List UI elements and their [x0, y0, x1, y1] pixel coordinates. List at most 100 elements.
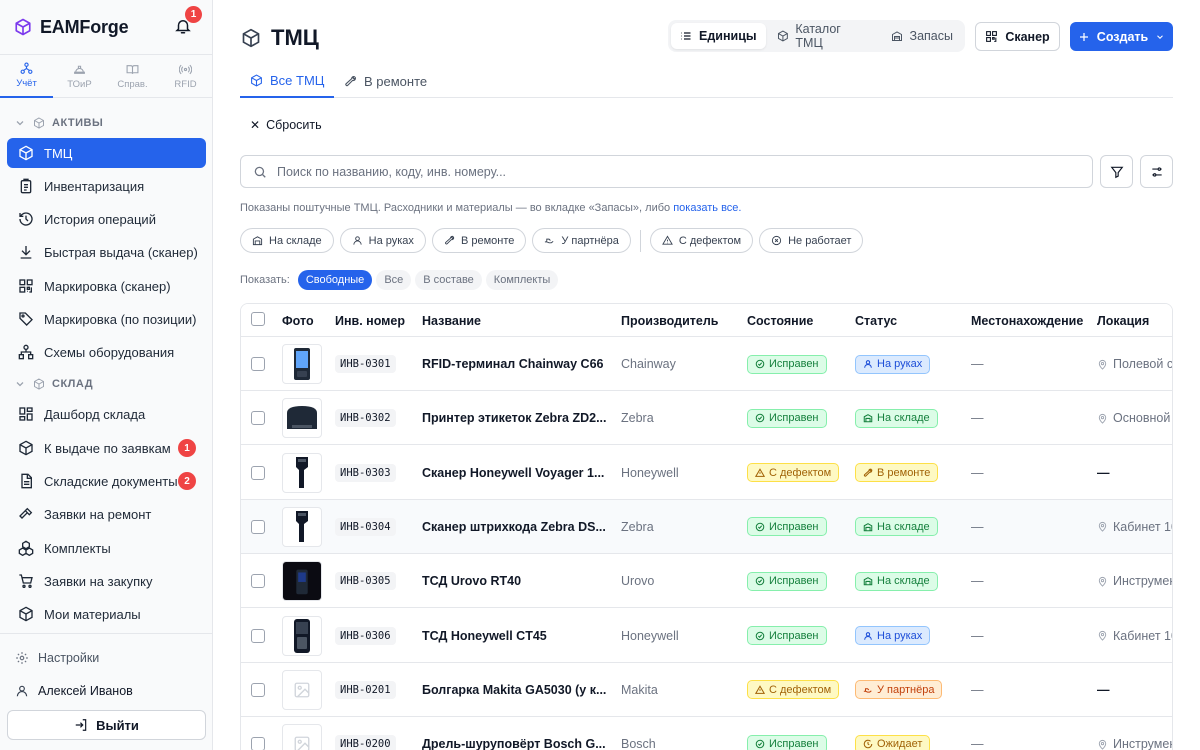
show-in-composition[interactable]: В составе: [415, 270, 482, 290]
chip-on-hands[interactable]: На руках: [339, 228, 426, 253]
location-text: Инструментальная: [1113, 574, 1172, 589]
sidebar-item-inventory[interactable]: Инвентаризация: [7, 171, 206, 201]
sidebar-item-label: Маркировка (по позиции): [44, 311, 197, 327]
row-checkbox[interactable]: [251, 682, 265, 697]
item-name[interactable]: Болгарка Makita GA5030 (у к...: [422, 683, 606, 697]
item-photo[interactable]: [282, 561, 322, 602]
chip-label: На складе: [269, 234, 322, 247]
col-location[interactable]: Локация: [1097, 304, 1149, 337]
chevron-down-icon: [16, 121, 24, 126]
item-photo[interactable]: [282, 669, 322, 710]
chip-in-repair[interactable]: В ремонте: [431, 228, 527, 253]
sidebar-tab-accounting[interactable]: Учёт: [0, 55, 53, 98]
item-photo[interactable]: [282, 506, 322, 547]
sidebar-tab-rfid[interactable]: RFID: [159, 55, 212, 98]
chip-not-working[interactable]: Не работает: [759, 228, 864, 253]
table-row[interactable]: ИНВ-0306 ТСД Honeywell CT45 Honeywell Испра…: [241, 609, 1172, 663]
col-photo[interactable]: Фото: [282, 304, 314, 337]
item-photo[interactable]: [282, 398, 322, 439]
row-checkbox[interactable]: [251, 411, 265, 426]
view-units[interactable]: Единицы: [671, 23, 766, 49]
item-photo[interactable]: [282, 724, 322, 750]
view-stock[interactable]: Запасы: [882, 23, 962, 49]
sidebar-item-kits[interactable]: Комплекты: [7, 533, 206, 563]
create-button[interactable]: Создать: [1070, 22, 1173, 51]
item-name[interactable]: ТСД Urovo RT40: [422, 574, 521, 588]
warning-icon: [661, 235, 673, 245]
sidebar-item-purchase-requests[interactable]: Заявки на закупку: [7, 566, 206, 596]
tab-all-tmc[interactable]: Все ТМЦ: [240, 64, 335, 98]
reset-filters-button[interactable]: ✕ Сбросить: [250, 118, 322, 132]
show-free[interactable]: Свободные: [297, 270, 373, 290]
clock-icon: [863, 739, 873, 749]
row-checkbox[interactable]: [251, 574, 265, 589]
condition-badge: Исправен: [747, 408, 827, 428]
search-input[interactable]: [277, 164, 1057, 179]
table-row[interactable]: ИНВ-0303 Сканер Honeywell Voyager 1... Hon…: [241, 446, 1172, 500]
scanner-button[interactable]: Сканер: [975, 22, 1060, 51]
settings-link[interactable]: Настройки: [15, 648, 99, 668]
sidebar-tab-reference[interactable]: Справ.: [106, 55, 159, 98]
item-name[interactable]: Принтер этикеток Zebra ZD2...: [422, 411, 607, 425]
item-name[interactable]: Дрель-шуруповёрт Bosch G...: [422, 737, 606, 750]
manufacturer: Makita: [621, 682, 658, 697]
main-content: ТМЦ Единицы Каталог ТМЦ Запасы Сканер Со…: [213, 0, 1200, 750]
section-assets[interactable]: АКТИВЫ: [14, 113, 204, 133]
chip-at-partner[interactable]: У партнёра: [532, 228, 631, 253]
logout-button[interactable]: Выйти: [7, 710, 206, 740]
col-condition[interactable]: Состояние: [747, 304, 813, 337]
item-name[interactable]: Сканер штрихкода Zebra DS...: [422, 520, 606, 534]
col-name[interactable]: Название: [422, 304, 481, 337]
row-checkbox[interactable]: [251, 465, 265, 480]
sidebar-item-warehouse-dashboard[interactable]: Дашборд склада: [7, 399, 206, 429]
sidebar-item-marking-position[interactable]: Маркировка (по позиции): [7, 304, 206, 334]
sidebar-item-tmc[interactable]: ТМЦ: [7, 138, 206, 168]
section-warehouse[interactable]: СКЛАД: [14, 374, 204, 394]
sidebar-item-quick-issue[interactable]: Быстрая выдача (сканер): [7, 237, 206, 267]
map-pin-icon: [1098, 359, 1107, 370]
sidebar-item-marking-scanner[interactable]: Маркировка (сканер): [7, 271, 206, 301]
col-status[interactable]: Статус: [855, 304, 897, 337]
row-checkbox[interactable]: [251, 519, 265, 534]
row-checkbox[interactable]: [251, 737, 265, 750]
table-row[interactable]: ИНВ-0301 RFID-терминал Chainway C66 Chainw…: [241, 337, 1172, 391]
row-checkbox[interactable]: [251, 357, 265, 371]
view-catalog[interactable]: Каталог ТМЦ: [768, 22, 880, 50]
col-inv[interactable]: Инв. номер: [335, 304, 405, 337]
sidebar-item-history[interactable]: История операций: [7, 204, 206, 234]
col-manufacturer[interactable]: Производитель: [621, 304, 718, 337]
table-row[interactable]: ИНВ-0305 ТСД Urovo RT40 Urovo Исправен На ск…: [241, 554, 1172, 609]
item-name[interactable]: Сканер Honeywell Voyager 1...: [422, 466, 604, 480]
sidebar-tab-label: ТОиР: [67, 79, 92, 90]
show-all[interactable]: Все: [376, 270, 412, 290]
chevron-down-icon: [1157, 34, 1164, 39]
item-photo[interactable]: [282, 344, 322, 384]
show-all-link[interactable]: показать все.: [673, 202, 741, 214]
brand[interactable]: EAMForge: [14, 14, 129, 40]
table-row[interactable]: ИНВ-0302 Принтер этикеток Zebra ZD2... Zeb…: [241, 391, 1172, 446]
hand-icon: [863, 688, 872, 693]
item-photo[interactable]: [282, 615, 322, 656]
sidebar-item-to-issue[interactable]: К выдаче по заявкам 1: [7, 433, 206, 463]
user-profile[interactable]: Алексей Иванов: [15, 681, 133, 701]
filter-button[interactable]: [1100, 155, 1133, 188]
table-row[interactable]: ИНВ-0200 Дрель-шуруповёрт Bosch G... Bosch…: [241, 717, 1172, 750]
sidebar-item-repair-requests[interactable]: Заявки на ремонт: [7, 499, 206, 529]
sidebar-item-warehouse-docs[interactable]: Складские документы 2: [7, 466, 206, 496]
item-name[interactable]: RFID-терминал Chainway C66: [422, 357, 603, 371]
table-row[interactable]: ИНВ-0304 Сканер штрихкода Zebra DS... Zebr…: [241, 499, 1172, 554]
tab-in-repair[interactable]: В ремонте: [334, 64, 437, 98]
sidebar-tab-maintenance[interactable]: ТОиР: [53, 55, 106, 98]
row-checkbox[interactable]: [251, 628, 265, 643]
col-place[interactable]: Местонахождение: [971, 304, 1083, 337]
chip-in-stock[interactable]: На складе: [240, 228, 334, 253]
item-photo[interactable]: [282, 452, 322, 493]
sidebar-item-my-materials[interactable]: Мои материалы: [7, 599, 206, 629]
item-name[interactable]: ТСД Honeywell CT45: [422, 629, 547, 643]
chip-defective[interactable]: С дефектом: [649, 228, 754, 253]
show-kits[interactable]: Комплекты: [485, 270, 559, 290]
settings-filter-button[interactable]: [1140, 155, 1173, 188]
select-all-checkbox[interactable]: [251, 312, 265, 326]
table-row[interactable]: ИНВ-0201 Болгарка Makita GA5030 (у к... Ma…: [241, 663, 1172, 717]
sidebar-item-schemes[interactable]: Схемы оборудования: [7, 337, 206, 367]
